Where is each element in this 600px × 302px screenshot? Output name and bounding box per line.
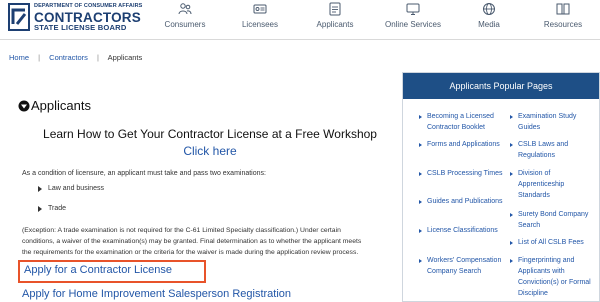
exam-trade: Trade [48, 205, 67, 212]
popular-link[interactable]: Division of Apprenticeship Standards [510, 168, 594, 201]
bullet-icon [419, 229, 422, 233]
page-title: Applicants [31, 98, 91, 113]
bullet-icon [510, 259, 513, 263]
bullet-icon [510, 241, 513, 245]
popular-link[interactable]: Fingerprinting and Applicants with Convi… [510, 255, 594, 299]
caret-down-circle-icon[interactable] [18, 100, 30, 112]
exam-law-business: Law and business [48, 185, 105, 192]
popular-link[interactable]: Examination Study Guides [510, 111, 594, 133]
exception-line: conditions, a waiver of the examination(… [22, 238, 362, 245]
workshop-heading: Learn How to Get Your Contractor License… [43, 127, 377, 141]
licensees-icon [253, 4, 267, 14]
bullet-icon [38, 186, 42, 192]
popular-pages-title: Applicants Popular Pages [403, 73, 599, 99]
nav-online-services[interactable]: Online Services [378, 2, 448, 38]
nav-resources-label: Resources [543, 20, 583, 29]
list-item: Law and business [38, 185, 104, 205]
breadcrumb-separator: | [38, 53, 41, 62]
bullet-icon [419, 259, 422, 263]
bullet-icon [510, 213, 513, 217]
bullet-icon [510, 143, 513, 147]
popular-link[interactable]: CSLB Processing Times [419, 168, 503, 179]
exam-list: Law and business Trade [38, 185, 104, 225]
resources-icon [556, 3, 570, 15]
breadcrumb-separator: | [97, 53, 99, 62]
consumers-icon [178, 3, 192, 15]
bullet-icon [38, 206, 42, 212]
online-services-icon [406, 3, 420, 15]
popular-link[interactable]: Workers' Compensation Company Search [419, 255, 503, 277]
cslb-logo[interactable]: DEPARTMENT OF CONSUMER AFFAIRS CONTRACTO… [8, 3, 168, 35]
apply-contractor-license-link[interactable]: Apply for a Contractor License [24, 264, 172, 276]
logo-contractors: CONTRACTORS [34, 9, 141, 25]
apply-his-registration-link[interactable]: Apply for Home Improvement Salesperson R… [22, 288, 291, 300]
popular-link[interactable]: CSLB Laws and Regulations [510, 139, 594, 161]
nav-consumers-label: Consumers [164, 20, 206, 29]
bullet-icon [419, 143, 422, 147]
popular-link[interactable]: Becoming a Licensed Contractor Booklet [419, 111, 503, 133]
breadcrumb: Home | Contractors | Applicants [9, 53, 142, 62]
logo-board: STATE LICENSE BOARD [34, 23, 127, 32]
main-nav: Consumers Licensees Applicants Online Se… [150, 0, 600, 40]
popular-link[interactable]: Surety Bond Company Search [510, 209, 594, 231]
nav-media-label: Media [478, 20, 500, 29]
breadcrumb-current: Applicants [107, 53, 143, 62]
bullet-icon [510, 115, 513, 119]
applicants-icon [329, 2, 341, 16]
list-item: Trade [38, 205, 104, 225]
bullet-icon [419, 115, 422, 119]
nav-resources[interactable]: Resources [528, 2, 598, 38]
exception-line: the requirements for the examination or … [22, 249, 359, 256]
nav-online-services-label: Online Services [384, 20, 442, 29]
popular-link[interactable]: License Classifications [419, 225, 503, 236]
bullet-icon [419, 200, 422, 204]
popular-link[interactable]: Guides and Publications [419, 196, 503, 207]
breadcrumb-contractors[interactable]: Contractors [49, 53, 88, 62]
bullet-icon [419, 172, 422, 176]
cslb-logo-icon [8, 3, 30, 31]
exception-text: (Exception: A trade examination is not r… [22, 225, 402, 258]
popular-link[interactable]: Forms and Applications [419, 139, 503, 150]
workshop-click-here-link[interactable]: Click here [183, 144, 236, 158]
breadcrumb-home[interactable]: Home [9, 53, 29, 62]
nav-applicants[interactable]: Applicants [300, 2, 370, 38]
exam-intro-text: As a condition of licensure, an applican… [22, 170, 266, 177]
popular-link[interactable]: List of All CSLB Fees [510, 237, 594, 248]
nav-licensees[interactable]: Licensees [225, 2, 295, 38]
popular-pages-panel: Applicants Popular Pages Becoming a Lice… [402, 72, 600, 302]
exception-line: (Exception: A trade examination is not r… [22, 227, 341, 234]
site-header: DEPARTMENT OF CONSUMER AFFAIRS CONTRACTO… [0, 0, 600, 40]
nav-applicants-label: Applicants [316, 20, 354, 29]
media-icon [483, 3, 495, 15]
nav-licensees-label: Licensees [241, 20, 279, 29]
nav-consumers[interactable]: Consumers [150, 2, 220, 38]
bullet-icon [510, 172, 513, 176]
nav-media[interactable]: Media [454, 2, 524, 38]
logo-department: DEPARTMENT OF CONSUMER AFFAIRS [34, 3, 143, 9]
